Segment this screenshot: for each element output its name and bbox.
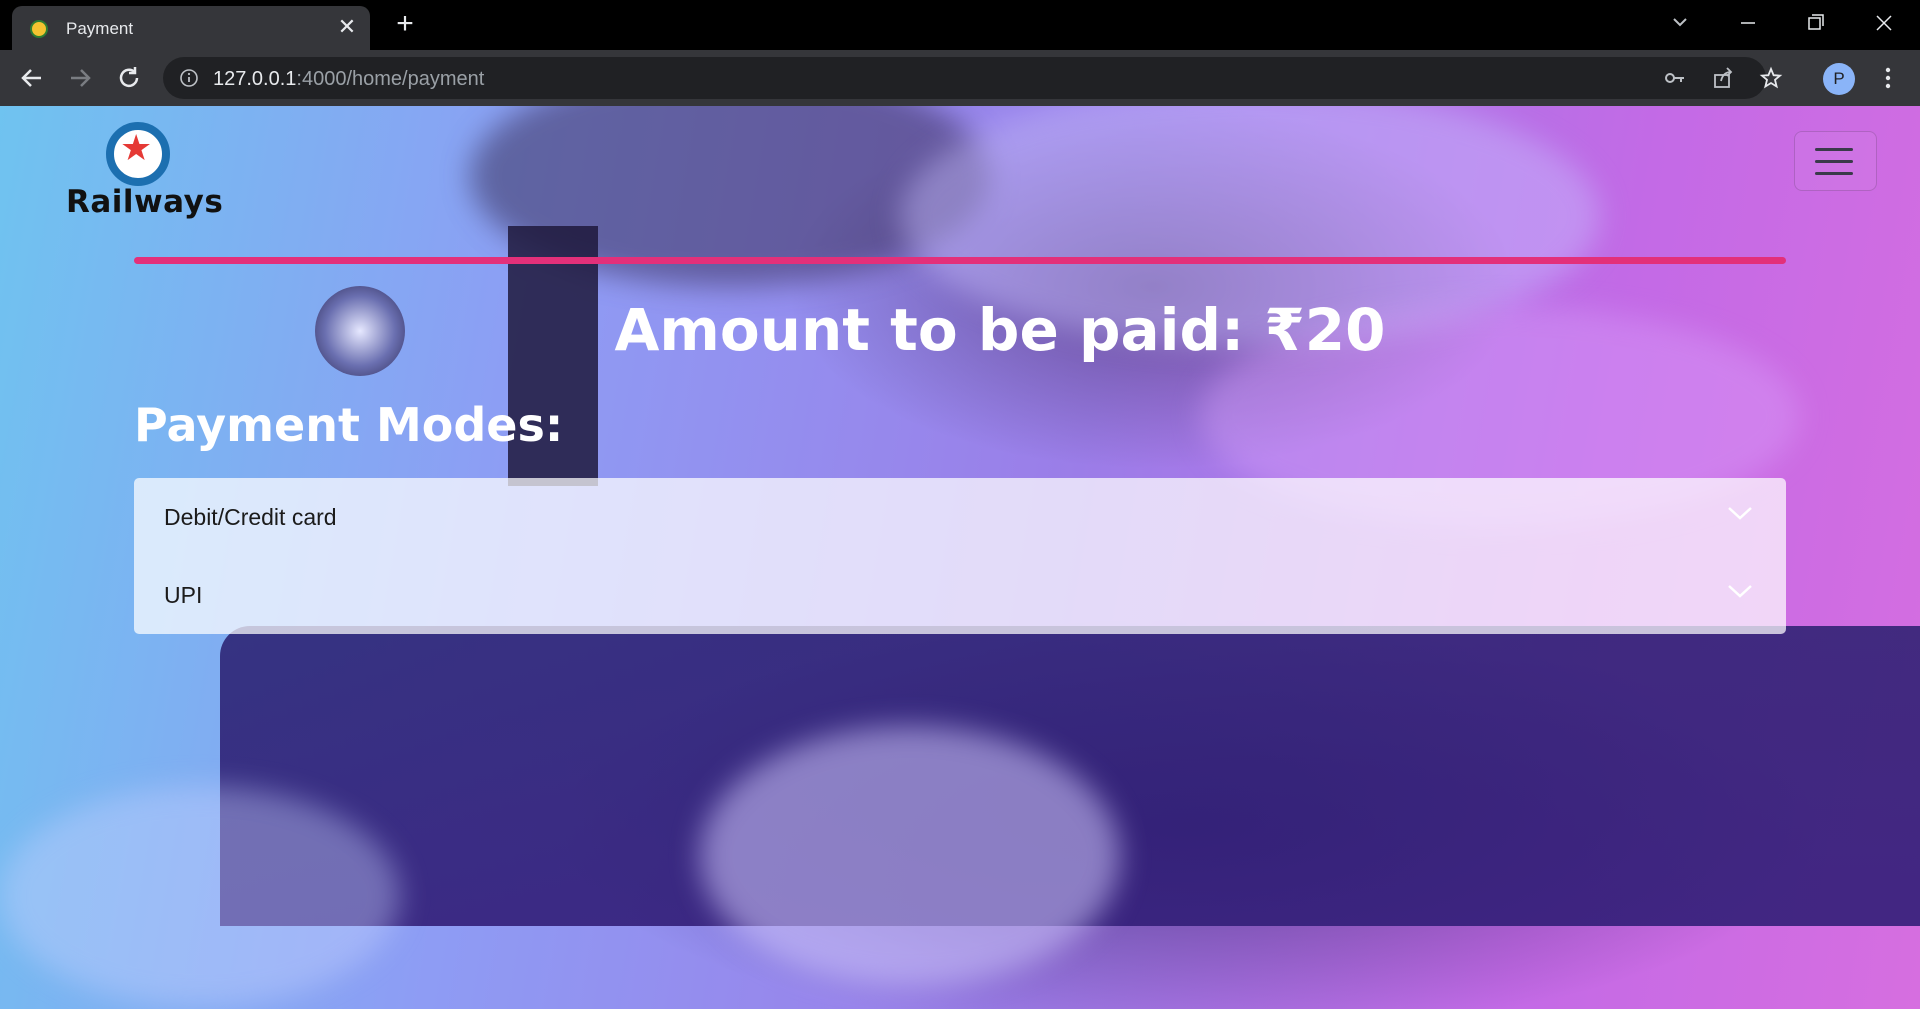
restore-icon[interactable] — [1797, 8, 1833, 38]
minimize-icon[interactable] — [1730, 8, 1766, 38]
accordion-label: UPI — [164, 582, 203, 608]
star-icon: ★ — [120, 127, 153, 168]
payment-modes-accordion: Debit/Credit card UPI — [134, 478, 1786, 634]
bookmark-star-icon[interactable] — [1759, 66, 1783, 90]
chevron-down-icon[interactable] — [1726, 504, 1754, 522]
reload-icon[interactable] — [113, 62, 145, 94]
back-icon[interactable] — [16, 62, 48, 94]
browser-toolbar: 127.0.0.1:4000/home/payment P — [0, 50, 1920, 106]
url-text[interactable]: 127.0.0.1:4000/home/payment — [213, 68, 484, 91]
page-viewport: ★ Railways Amount to be paid: ₹20 Paymen… — [0, 106, 1920, 1009]
tab-title: Payment — [66, 19, 134, 38]
site-favicon-icon — [30, 20, 48, 38]
amount-heading: Amount to be paid: ₹20 — [614, 296, 1386, 364]
forward-icon[interactable] — [64, 62, 96, 94]
new-tab-icon[interactable]: + — [390, 9, 420, 40]
browser-tab[interactable]: Payment ✕ — [12, 6, 370, 50]
railways-logo[interactable]: ★ Railways — [64, 122, 223, 222]
accordion-label: Debit/Credit card — [164, 504, 337, 530]
menu-toggle-button[interactable] — [1794, 131, 1877, 191]
tab-search-icon[interactable] — [1662, 8, 1698, 38]
browser-tab-strip: Payment ✕ + — [0, 0, 1920, 50]
header-divider — [134, 257, 1786, 264]
address-bar[interactable]: 127.0.0.1:4000/home/payment — [163, 57, 1783, 99]
accordion-item-card[interactable]: Debit/Credit card — [134, 478, 1786, 556]
password-key-icon[interactable] — [1663, 66, 1687, 90]
payment-modes-title: Payment Modes: — [134, 398, 564, 452]
accordion-item-upi[interactable]: UPI — [134, 556, 1786, 634]
share-icon[interactable] — [1711, 66, 1735, 90]
close-window-icon[interactable] — [1866, 8, 1902, 38]
browser-menu-icon[interactable] — [1876, 64, 1900, 92]
chevron-down-icon[interactable] — [1726, 582, 1754, 600]
tab-close-icon[interactable]: ✕ — [334, 14, 360, 40]
site-info-icon[interactable] — [179, 68, 199, 88]
profile-avatar[interactable]: P — [1823, 63, 1855, 95]
logo-text: Railways — [66, 184, 224, 220]
